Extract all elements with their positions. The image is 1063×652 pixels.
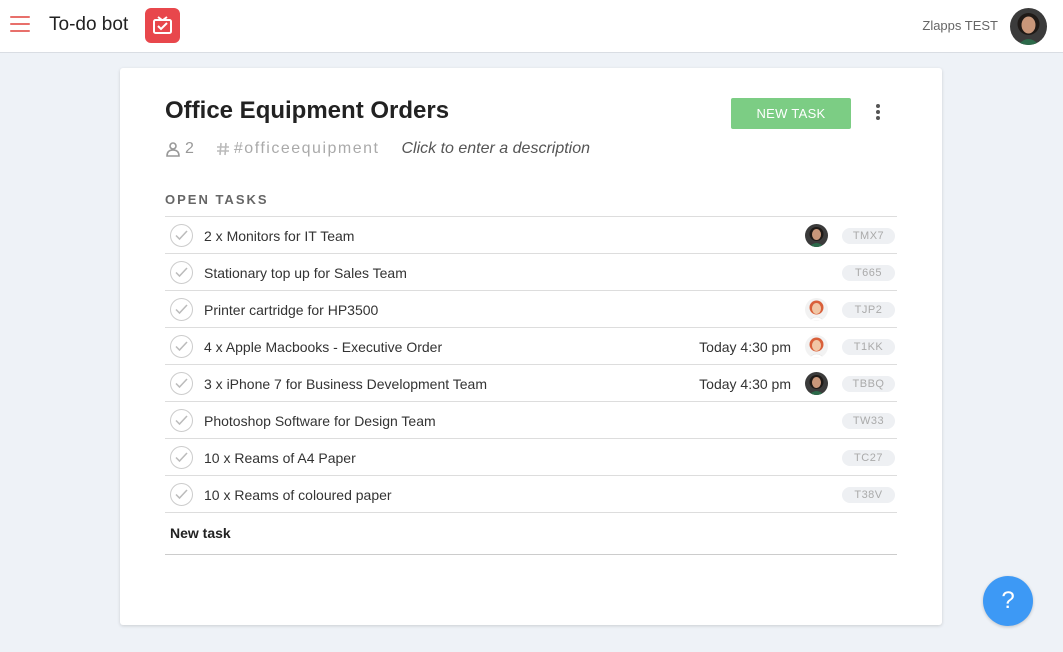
assignee-avatar[interactable] — [805, 224, 828, 247]
task-title: 2 x Monitors for IT Team — [204, 228, 355, 244]
check-icon[interactable] — [170, 409, 193, 432]
task-title: 3 x iPhone 7 for Business Development Te… — [204, 376, 488, 392]
task-list: 2 x Monitors for IT Team TMX7 Stationary t… — [165, 216, 897, 513]
check-icon[interactable] — [170, 372, 193, 395]
person-icon — [166, 142, 180, 157]
task-title: 4 x Apple Macbooks - Executive Order — [204, 339, 443, 355]
top-bar: To-do bot Zlapps TEST — [0, 0, 1063, 53]
task-id-badge: TW33 — [842, 413, 895, 429]
new-task-row — [165, 513, 897, 555]
task-id-badge: TBBQ — [842, 376, 895, 392]
task-row[interactable]: Photoshop Software for Design Team TW33 — [165, 402, 897, 439]
task-row[interactable]: 10 x Reams of coloured paper T38V — [165, 476, 897, 513]
check-icon[interactable] — [170, 446, 193, 469]
channel-name: #officeequipment — [233, 140, 380, 157]
check-icon[interactable] — [170, 298, 193, 321]
task-row[interactable]: 3 x iPhone 7 for Business Development Te… — [165, 365, 897, 402]
task-title: 10 x Reams of coloured paper — [204, 487, 392, 503]
help-button[interactable]: ? — [983, 576, 1033, 626]
channel-link[interactable]: #officeequipment — [216, 140, 380, 158]
assignee-avatar[interactable] — [805, 372, 828, 395]
app-logo-icon — [145, 8, 180, 43]
check-icon[interactable] — [170, 483, 193, 506]
task-row[interactable]: 10 x Reams of A4 Paper TC27 — [165, 439, 897, 476]
new-task-button[interactable]: NEW TASK — [731, 98, 851, 129]
task-id-badge: TJP2 — [842, 302, 895, 318]
user-name[interactable]: Zlapps TEST — [922, 18, 998, 33]
assignee-avatar[interactable] — [805, 335, 828, 358]
check-icon[interactable] — [170, 261, 193, 284]
hash-icon — [216, 142, 229, 156]
task-id-badge: T1KK — [842, 339, 895, 355]
task-id-badge: T665 — [842, 265, 895, 281]
task-title: Photoshop Software for Design Team — [204, 413, 436, 429]
list-card: Office Equipment Orders NEW TASK 2 #offi… — [120, 68, 942, 625]
description-field[interactable]: Click to enter a description — [401, 140, 590, 158]
assignee-avatar[interactable] — [805, 298, 828, 321]
task-title: Printer cartridge for HP3500 — [204, 302, 379, 318]
task-id-badge: TMX7 — [842, 228, 895, 244]
task-row[interactable]: 2 x Monitors for IT Team TMX7 — [165, 217, 897, 254]
task-title: 10 x Reams of A4 Paper — [204, 450, 356, 466]
more-vertical-icon[interactable] — [868, 104, 888, 124]
members-count[interactable]: 2 — [165, 140, 194, 158]
list-title[interactable]: Office Equipment Orders — [165, 97, 449, 125]
new-task-input[interactable] — [170, 525, 770, 541]
task-row[interactable]: Printer cartridge for HP3500 TJP2 — [165, 291, 897, 328]
list-meta: 2 #officeequipment Click to enter a desc… — [165, 138, 590, 160]
hamburger-icon[interactable] — [10, 16, 30, 32]
section-label: OPEN TASKS — [165, 192, 269, 207]
check-icon[interactable] — [170, 224, 193, 247]
user-avatar[interactable] — [1010, 8, 1047, 45]
task-title: Stationary top up for Sales Team — [204, 265, 407, 281]
check-icon[interactable] — [170, 335, 193, 358]
task-row[interactable]: Stationary top up for Sales Team T665 — [165, 254, 897, 291]
task-id-badge: TC27 — [842, 450, 895, 466]
member-count-value: 2 — [185, 140, 194, 157]
task-due-date: Today 4:30 pm — [699, 376, 791, 392]
app-title: To-do bot — [49, 14, 129, 35]
task-due-date: Today 4:30 pm — [699, 339, 791, 355]
task-id-badge: T38V — [842, 487, 895, 503]
task-row[interactable]: 4 x Apple Macbooks - Executive Order Toda… — [165, 328, 897, 365]
